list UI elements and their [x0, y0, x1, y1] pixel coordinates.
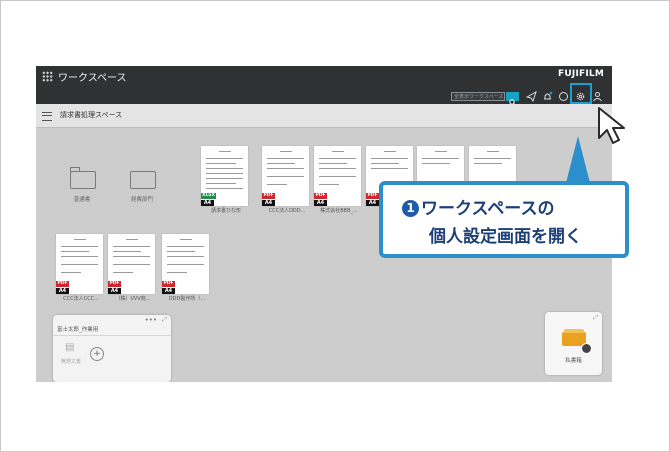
document-name: DDD製作所（...	[168, 296, 206, 302]
document-name: 株式会社BBB_...	[320, 208, 358, 214]
page-size-badge: A4	[366, 200, 379, 206]
bell-icon[interactable]	[542, 91, 553, 102]
document-item[interactable]: PDF A4 株式会社BBB_...	[314, 146, 361, 214]
document-name: 請求書ひな形	[210, 208, 241, 214]
help-icon[interactable]	[558, 91, 569, 102]
menu-icon[interactable]	[42, 112, 52, 121]
page-size-badge: A4	[262, 200, 275, 206]
instruction-callout: 1 ワークスペースの 個人設定画面を開く	[379, 181, 629, 258]
document-item[interactable]: PDF A4 CCC法人DDD...	[262, 146, 309, 214]
step-number: 1	[402, 200, 419, 217]
panel-header: 富士太郎_作業用 ••• ⤢	[53, 315, 171, 336]
user-badge-icon	[581, 343, 592, 354]
document-name: CCC法人CCC...	[63, 296, 99, 302]
more-options-icon[interactable]: •••	[145, 316, 157, 324]
expand-icon[interactable]: ⤢	[593, 314, 598, 322]
doc-label: 無題文書	[61, 359, 82, 365]
folder-label: 経費部門	[130, 197, 153, 203]
document-item[interactable]: PDF A4 CCC法人CCC...	[56, 234, 103, 302]
shared-folder-icon	[130, 171, 156, 189]
search-button[interactable]	[506, 92, 519, 106]
add-button[interactable]: +	[90, 347, 104, 361]
callout-line-1: 1 ワークスペースの	[402, 194, 554, 219]
file-type-badge: PDF	[108, 281, 121, 287]
document-item[interactable]: XLSX A4 請求書ひな形	[201, 146, 248, 214]
page-size-badge: A4	[314, 200, 327, 206]
document-icon: ▤	[65, 342, 75, 353]
file-type-badge: PDF	[262, 193, 275, 199]
file-type-badge: PDF	[314, 193, 327, 199]
mailbox-tray[interactable]: ⤢ 私書箱	[545, 312, 602, 375]
file-type-badge: PDF	[162, 281, 175, 287]
folder-label: 普通書	[73, 197, 91, 203]
personal-workspace-panel[interactable]: 富士太郎_作業用 ••• ⤢ ▤ 無題文書 +	[53, 315, 171, 382]
panel-title: 富士太郎_作業用	[57, 327, 99, 333]
workspace-title: ワークスペース	[58, 73, 127, 84]
folder-item[interactable]: 普通書	[62, 167, 102, 217]
page-size-badge: A4	[108, 288, 121, 294]
sub-header: 請求書処理スペース	[36, 104, 612, 128]
brand-logo: FUJIFILM	[558, 69, 604, 79]
app-grid-icon[interactable]	[42, 71, 53, 82]
folder-item[interactable]: 経費部門	[122, 171, 162, 217]
file-type-badge: XLSX	[201, 193, 216, 199]
expand-icon[interactable]: ⤢	[162, 316, 167, 324]
mouse-cursor-icon	[598, 107, 625, 144]
file-type-badge: PDF	[56, 281, 69, 287]
top-bar: ワークスペース FUJIFILM 全表示ワークスペース	[36, 66, 612, 106]
callout-line-2: 個人設定画面を開く	[429, 227, 582, 247]
send-icon[interactable]	[525, 90, 537, 103]
space-title: 請求書処理スペース	[60, 111, 123, 119]
page-size-badge: A4	[201, 200, 214, 206]
document-item[interactable]: PDF A4 （株）VVV商...	[108, 234, 155, 302]
page-size-badge: A4	[162, 288, 175, 294]
document-item[interactable]: PDF A4 DDD製作所（...	[162, 234, 209, 302]
file-type-badge: PDF	[366, 193, 379, 199]
tray-label: 私書箱	[565, 358, 582, 364]
settings-highlight	[570, 83, 592, 104]
document-name: （株）VVV商...	[115, 296, 151, 302]
page-size-badge: A4	[56, 288, 69, 294]
document-name: CCC法人DDD...	[268, 208, 306, 214]
user-icon[interactable]	[592, 91, 603, 102]
search-input[interactable]: 全表示ワークスペース	[451, 92, 505, 101]
